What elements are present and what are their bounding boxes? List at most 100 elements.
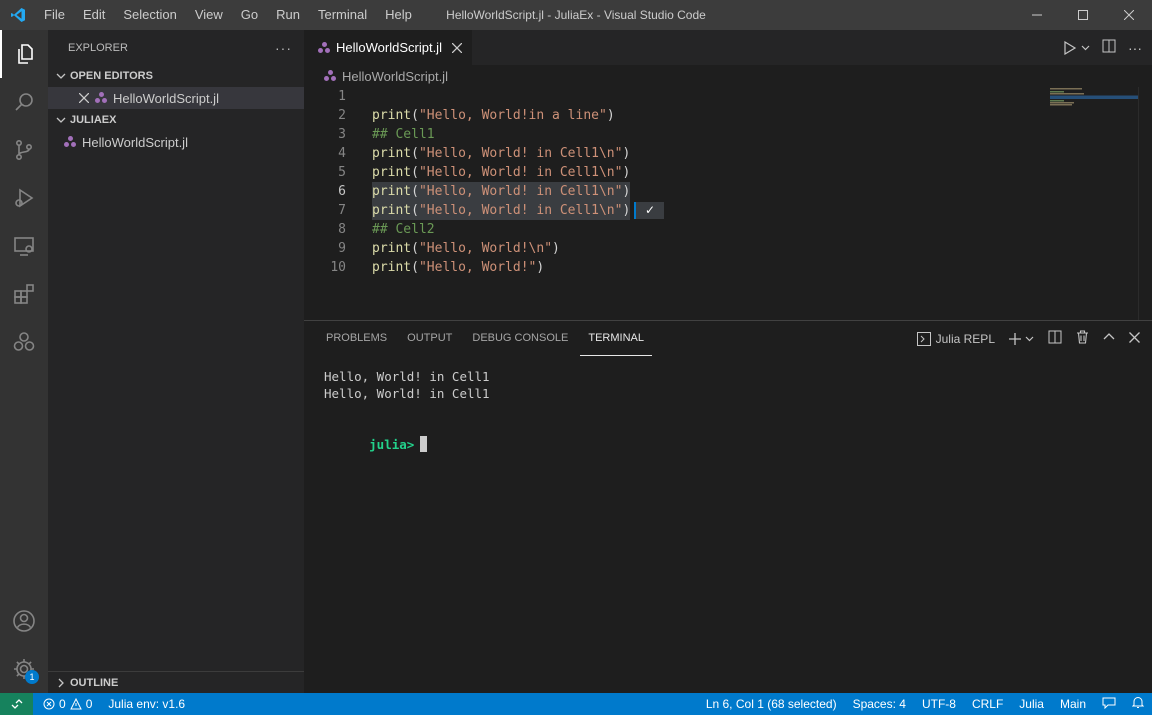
editor-more-button[interactable]: ··· bbox=[1128, 40, 1142, 56]
file-tree-item[interactable]: HelloWorldScript.jl bbox=[48, 131, 304, 153]
maximize-button[interactable] bbox=[1060, 0, 1106, 30]
code-token: "Hello, World!in a line" bbox=[418, 108, 607, 123]
feedback-button[interactable] bbox=[1094, 697, 1124, 712]
tab-output[interactable]: OUTPUT bbox=[399, 321, 460, 356]
editor-tab-bar: HelloWorldScript.jl ··· bbox=[304, 30, 1152, 65]
editor-tab[interactable]: HelloWorldScript.jl bbox=[304, 30, 472, 65]
outline-header[interactable]: OUTLINE bbox=[48, 671, 304, 693]
menu-selection[interactable]: Selection bbox=[114, 0, 185, 30]
menu-file[interactable]: File bbox=[35, 0, 74, 30]
activity-search[interactable] bbox=[0, 78, 48, 126]
chevron-down-icon bbox=[54, 115, 68, 125]
remote-indicator[interactable] bbox=[0, 693, 33, 715]
julia-env-status[interactable]: Julia env: v1.6 bbox=[100, 697, 193, 711]
code-token: "Hello, World!\n" bbox=[418, 241, 553, 256]
problems-status[interactable]: 0 0 bbox=[33, 697, 100, 711]
workspace-header[interactable]: JULIAEX bbox=[48, 109, 304, 131]
tab-terminal[interactable]: TERMINAL bbox=[580, 321, 652, 356]
line-number: 9 bbox=[338, 241, 346, 256]
run-file-button[interactable] bbox=[1063, 40, 1090, 55]
encoding-status[interactable]: UTF-8 bbox=[914, 697, 964, 711]
code-line[interactable]: 4 print("Hello, World! in Cell1\n") bbox=[304, 144, 1138, 163]
julia-file-icon bbox=[324, 70, 336, 82]
line-text: print("Hello, World! in Cell1\n") bbox=[372, 201, 631, 220]
code-token: print bbox=[372, 260, 412, 275]
split-terminal-button[interactable] bbox=[1048, 330, 1062, 347]
terminal[interactable]: Hello, World! in Cell1 Hello, World! in … bbox=[304, 356, 1152, 452]
menu-go[interactable]: Go bbox=[232, 0, 267, 30]
new-terminal-button[interactable] bbox=[1009, 332, 1034, 345]
code-token: ) bbox=[606, 108, 615, 123]
code-line[interactable]: 9 print("Hello, World!\n") bbox=[304, 239, 1138, 258]
remote-explorer-icon bbox=[14, 237, 34, 256]
code-line[interactable]: 8 ## Cell2 bbox=[304, 220, 1138, 239]
breadcrumb[interactable]: HelloWorldScript.jl bbox=[304, 65, 1152, 87]
open-editor-item[interactable]: HelloWorldScript.jl bbox=[48, 87, 304, 109]
code-token: ) bbox=[622, 184, 631, 199]
activity-run-debug[interactable] bbox=[0, 174, 48, 222]
code-line[interactable]: 5 print("Hello, World! in Cell1\n") bbox=[304, 163, 1138, 182]
terminal-selector[interactable]: Julia REPL bbox=[916, 331, 995, 346]
menu-view[interactable]: View bbox=[186, 0, 232, 30]
code-editor[interactable]: 1 2 print("Hello, World!in a line") 3 ## Cel… bbox=[304, 87, 1138, 277]
minimap[interactable] bbox=[1050, 87, 1138, 117]
line-number: 4 bbox=[338, 146, 346, 161]
close-window-button[interactable] bbox=[1106, 0, 1152, 30]
activity-accounts[interactable] bbox=[0, 597, 48, 645]
code-token: "Hello, World! in Cell1\n" bbox=[418, 184, 623, 199]
file-tree-filename: HelloWorldScript.jl bbox=[82, 134, 188, 150]
tab-close-icon[interactable] bbox=[451, 40, 463, 56]
code-token: ## Cell2 bbox=[372, 222, 435, 237]
maximize-panel-button[interactable] bbox=[1103, 331, 1115, 346]
menu-run[interactable]: Run bbox=[267, 0, 309, 30]
line-text: print("Hello, World!\n") bbox=[372, 239, 560, 258]
maximize-icon bbox=[1078, 10, 1088, 20]
activity-manage[interactable]: 1 bbox=[0, 645, 48, 693]
run-debug-icon bbox=[15, 188, 34, 208]
chevron-down-icon bbox=[1025, 336, 1034, 342]
code-line[interactable]: 10 print("Hello, World!") bbox=[304, 258, 1138, 277]
split-editor-button[interactable] bbox=[1102, 39, 1116, 56]
minimize-button[interactable] bbox=[1014, 0, 1060, 30]
code-line[interactable]: 1 bbox=[304, 87, 1138, 106]
branch-status[interactable]: Main bbox=[1052, 697, 1094, 711]
kill-terminal-button[interactable] bbox=[1076, 330, 1089, 347]
code-line[interactable]: 7 print("Hello, World! in Cell1\n") ✓ bbox=[304, 201, 1138, 220]
line-number: 7 bbox=[338, 203, 346, 218]
close-panel-button[interactable] bbox=[1129, 331, 1140, 346]
code-line[interactable]: 2 print("Hello, World!in a line") bbox=[304, 106, 1138, 125]
cursor-position-status[interactable]: Ln 6, Col 1 (68 selected) bbox=[698, 697, 845, 711]
split-terminal-icon bbox=[1048, 330, 1062, 344]
activity-explorer[interactable] bbox=[0, 30, 48, 78]
editor-scrollbar[interactable] bbox=[1138, 87, 1152, 320]
code-line[interactable]: 6 print("Hello, World! in Cell1\n") bbox=[304, 182, 1138, 201]
code-token: "Hello, World! in Cell1\n" bbox=[418, 165, 623, 180]
terminal-prompt-line: julia> bbox=[324, 419, 1132, 452]
sidebar-explorer: EXPLORER ··· OPEN EDITORS HelloWorldScri… bbox=[48, 30, 304, 693]
tab-problems[interactable]: PROBLEMS bbox=[318, 321, 395, 356]
activity-source-control[interactable] bbox=[0, 126, 48, 174]
language-status[interactable]: Julia bbox=[1011, 697, 1052, 711]
eol-status[interactable]: CRLF bbox=[964, 697, 1011, 711]
editor-group: HelloWorldScript.jl ··· HelloWorldScript… bbox=[304, 30, 1152, 320]
code-token: ) bbox=[622, 146, 631, 161]
outline-label: OUTLINE bbox=[70, 676, 119, 689]
menu-help[interactable]: Help bbox=[376, 0, 421, 30]
activity-julia[interactable] bbox=[0, 318, 48, 366]
menu-terminal[interactable]: Terminal bbox=[309, 0, 376, 30]
activity-extensions[interactable] bbox=[0, 270, 48, 318]
feedback-icon bbox=[1102, 697, 1116, 709]
split-editor-icon bbox=[1102, 39, 1116, 53]
code-token: "Hello, World! in Cell1\n" bbox=[418, 203, 623, 218]
search-icon bbox=[15, 93, 33, 111]
open-editors-header[interactable]: OPEN EDITORS bbox=[48, 65, 304, 87]
code-line[interactable]: 3 ## Cell1 bbox=[304, 125, 1138, 144]
close-editor-icon[interactable] bbox=[75, 93, 93, 103]
tab-debug-console[interactable]: DEBUG CONSOLE bbox=[464, 321, 576, 356]
more-actions-icon[interactable]: ··· bbox=[275, 40, 292, 56]
indentation-status[interactable]: Spaces: 4 bbox=[845, 697, 914, 711]
menu-edit[interactable]: Edit bbox=[74, 0, 114, 30]
notifications-button[interactable] bbox=[1124, 696, 1152, 712]
inline-result-check[interactable]: ✓ bbox=[634, 202, 664, 219]
activity-remote-explorer[interactable] bbox=[0, 222, 48, 270]
